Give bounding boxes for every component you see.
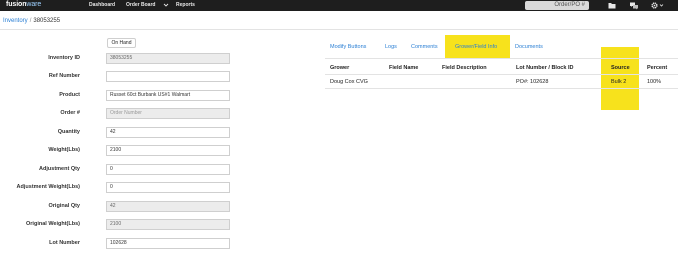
app-logo[interactable]: fusionware (6, 1, 41, 8)
breadcrumb: Inventory/38053255 (3, 18, 60, 24)
gear-icon[interactable] (650, 1, 666, 10)
order-number-field[interactable]: Order Number (106, 108, 230, 119)
breadcrumb-separator: / (29, 18, 32, 24)
original-weight-label: Original Weight(Lbs) (26, 221, 80, 227)
product-field[interactable]: Russet 60ct Burbank US#1 Walmart (106, 90, 230, 101)
header-divider (325, 74, 678, 75)
adjustment-weight-field[interactable]: 0 (106, 182, 230, 193)
cell-percent: 100% (647, 79, 662, 85)
quantity-label: Quantity (57, 129, 80, 135)
inventory-id-label: Inventory ID (48, 55, 80, 61)
product-label: Product (59, 92, 80, 98)
cell-grower: Doug Cox CVG (330, 79, 368, 85)
header-field-description: Field Description (442, 65, 487, 71)
tab-grower-field-info[interactable]: Grower/Field Info (455, 44, 497, 50)
header-field-name: Field Name (389, 65, 419, 71)
header-lot-number: Lot Number / Block ID (516, 65, 574, 71)
tab-comments[interactable]: Comments (411, 44, 438, 50)
chat-icon[interactable] (629, 1, 639, 10)
cell-lot-number: PO#: 102628 (516, 79, 549, 85)
ref-number-label: Ref Number (48, 73, 80, 79)
original-qty-field[interactable]: 42 (106, 201, 230, 212)
breadcrumb-current: 38053255 (33, 18, 61, 24)
tabs-divider (325, 58, 678, 59)
original-weight-field[interactable]: 2100 (106, 219, 230, 230)
nav-dashboard[interactable]: Dashboard (89, 2, 115, 8)
breadcrumb-inventory-link[interactable]: Inventory (3, 18, 28, 24)
adjustment-weight-label: Adjustment Weight(Lbs) (16, 184, 80, 190)
lot-number-label: Lot Number (49, 240, 80, 246)
weight-field[interactable]: 2100 (106, 145, 230, 156)
header-source: Source (611, 65, 630, 71)
divider (0, 29, 678, 30)
top-nav-bar: fusionware Dashboard Order Board Reports… (0, 0, 678, 11)
row-divider (325, 88, 678, 89)
logo-text: fusion (6, 1, 27, 8)
tab-documents[interactable]: Documents (515, 44, 543, 50)
order-po-search-input[interactable]: Order/PO # (525, 1, 589, 10)
logo-accent-text: ware (26, 1, 42, 8)
tab-logs[interactable]: Logs (385, 44, 397, 50)
folder-icon[interactable] (607, 1, 617, 10)
chevron-down-icon[interactable] (162, 1, 170, 9)
quantity-field[interactable]: 42 (106, 127, 230, 138)
inventory-id-field[interactable]: 38053255 (106, 53, 230, 64)
order-number-label: Order # (60, 110, 80, 116)
header-percent: Percent (647, 65, 668, 71)
tab-modify-buttons[interactable]: Modify Buttons (330, 44, 366, 50)
adjustment-qty-label: Adjustment Qty (39, 166, 80, 172)
adjustment-qty-field[interactable]: 0 (106, 164, 230, 175)
ref-number-field[interactable] (106, 71, 230, 82)
status-on-hand-button[interactable]: On Hand (107, 38, 136, 48)
header-grower: Grower (330, 65, 350, 71)
lot-number-field[interactable]: 102628 (106, 238, 230, 249)
cell-source: Bulk 2 (611, 79, 627, 85)
nav-reports[interactable]: Reports (176, 2, 195, 8)
nav-order-board[interactable]: Order Board (126, 2, 155, 8)
weight-label: Weight(Lbs) (48, 147, 80, 153)
original-qty-label: Original Qty (48, 203, 80, 209)
